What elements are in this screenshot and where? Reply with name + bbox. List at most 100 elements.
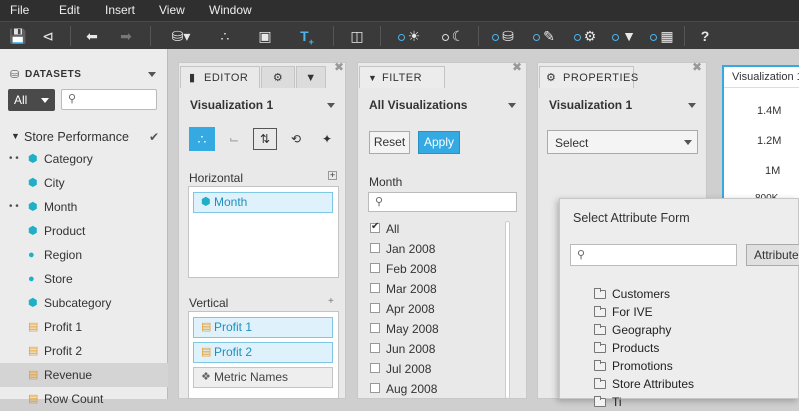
present-icon[interactable]: ◫	[346, 26, 368, 46]
reset-button[interactable]: Reset	[369, 131, 410, 154]
filter-toggle-icon[interactable]: ▼	[607, 26, 641, 46]
filter-option-label[interactable]: Aug 2008	[386, 382, 437, 396]
close-icon[interactable]: ✖	[692, 60, 702, 74]
properties-toggle-icon[interactable]: ⚙	[568, 26, 602, 46]
filter-checkbox[interactable]	[370, 243, 380, 253]
folder-item[interactable]: Promotions	[612, 359, 673, 373]
undo-icon[interactable]: ⬅	[81, 26, 103, 46]
rotate-icon[interactable]: ⟲	[284, 127, 308, 151]
filter-option-label[interactable]: Jun 2008	[386, 342, 435, 356]
dataset-item[interactable]: ⬢ Subcategory	[0, 291, 168, 315]
toolbar: 💾 ⊲ ⬅ ➡ ⛁▾ ∴ ▣ T+ ◫ ☀ ☾ ⛁ ✎ ⚙ ▼ ▦ ?	[0, 21, 799, 49]
datasets-toggle-icon[interactable]: ⛁	[486, 26, 520, 46]
folder-item[interactable]: Geography	[612, 323, 671, 337]
editor-viz-dropdown[interactable]: Visualization 1	[190, 94, 336, 116]
folder-icon	[594, 324, 606, 335]
help-icon[interactable]: ?	[694, 26, 716, 46]
dataset-item[interactable]: • • ⬢ Month	[0, 195, 168, 219]
add-visualization-icon[interactable]: ∴	[214, 26, 236, 46]
filter-option-label[interactable]: Apr 2008	[386, 302, 435, 316]
filter-checkbox[interactable]	[370, 383, 380, 393]
attribute-icon: ⬢	[28, 153, 38, 165]
filter-scrollbar[interactable]	[505, 221, 510, 399]
tab-format[interactable]: ⚙	[261, 66, 295, 88]
layout-toggle-icon[interactable]: ▦	[645, 26, 679, 46]
filter-search-input[interactable]: ⚲	[368, 192, 517, 212]
dataset-item[interactable]: ● Region	[0, 243, 168, 267]
viz-title: Visualization 1	[732, 71, 799, 83]
dataset-item[interactable]: ▤ Profit 2	[0, 339, 168, 363]
dataset-item[interactable]: • • ⬢ Category	[0, 147, 168, 171]
filter-checkbox[interactable]: ✔	[370, 221, 380, 233]
folder-item[interactable]: Ti	[612, 395, 622, 409]
swap-axis-icon[interactable]: ⇅	[253, 128, 277, 150]
folder-item[interactable]: Products	[612, 341, 659, 355]
filter-option-label[interactable]: Jul 2008	[386, 362, 431, 376]
filter-checkbox[interactable]	[370, 303, 380, 313]
menu-edit[interactable]: Edit	[59, 3, 80, 17]
vis-gallery-icon[interactable]: ∴	[189, 127, 215, 151]
editor-toggle-icon[interactable]: ✎	[527, 26, 561, 46]
add-text-icon[interactable]: T+	[296, 26, 318, 47]
save-icon[interactable]: 💾	[7, 26, 29, 46]
close-icon[interactable]: ✖	[512, 60, 522, 74]
horizontal-chip-month[interactable]: ⬢ Month	[193, 192, 333, 213]
vertical-chip-profit-1[interactable]: ▤ Profit 1	[193, 317, 333, 338]
axis-icon[interactable]: ⌙	[222, 127, 246, 151]
menu-view[interactable]: View	[159, 3, 185, 17]
tab-filter-editor[interactable]: ▼	[296, 66, 326, 88]
add-vertical-icon[interactable]: +	[328, 296, 334, 307]
tab-properties[interactable]: ⚙ PROPERTIES	[539, 66, 638, 88]
properties-viz-dropdown[interactable]: Visualization 1	[549, 94, 697, 116]
close-icon[interactable]: ✖	[334, 60, 344, 74]
vertical-chip-profit-2[interactable]: ▤ Profit 2	[193, 342, 333, 363]
vertical-chip-metric-names[interactable]: ❖ Metric Names	[193, 367, 333, 388]
magic-wand-icon[interactable]: ✦	[315, 127, 339, 151]
filter-option-label[interactable]: May 2008	[386, 322, 439, 336]
dataset-item-label: Month	[44, 200, 78, 214]
add-image-icon[interactable]: ▣	[254, 26, 276, 46]
filter-checkbox[interactable]	[370, 283, 380, 293]
datasets-menu-icon[interactable]	[148, 72, 156, 77]
dataset-name[interactable]: Store Performance	[24, 130, 129, 144]
collapse-triangle-icon[interactable]: ▼	[11, 131, 20, 141]
folder-item[interactable]: Customers	[612, 287, 670, 301]
attributes-button[interactable]: Attributes	[746, 244, 799, 266]
filter-option-label[interactable]: Mar 2008	[386, 282, 437, 296]
menu-file[interactable]: File	[10, 3, 29, 17]
apply-button[interactable]: Apply	[418, 131, 460, 154]
dataset-item[interactable]: ▤ Profit 1	[0, 315, 168, 339]
dialog-search-input[interactable]: ⚲	[570, 244, 737, 266]
dataset-search-input[interactable]: ⚲	[61, 89, 157, 110]
dataset-item[interactable]: ⬢ Product	[0, 219, 168, 243]
tab-filter[interactable]: ▼ FILTER	[359, 66, 445, 88]
database-icon: ⛁	[10, 69, 20, 81]
folder-icon	[594, 360, 606, 371]
filter-checkbox[interactable]	[370, 343, 380, 353]
chevron-down-icon	[684, 140, 692, 145]
dataset-item[interactable]: ▤ Revenue	[0, 363, 168, 387]
filter-option-label[interactable]: Jan 2008	[386, 242, 435, 256]
light-theme-icon[interactable]: ☀	[392, 26, 426, 46]
filter-checkbox[interactable]	[370, 263, 380, 273]
filter-checkbox[interactable]	[370, 363, 380, 373]
dataset-item[interactable]: ⬢ City	[0, 171, 168, 195]
properties-select-dropdown[interactable]: Select	[547, 130, 698, 154]
add-dataset-icon[interactable]: ⛁▾	[166, 26, 196, 46]
filter-option-label[interactable]: Feb 2008	[386, 262, 437, 276]
menu-window[interactable]: Window	[209, 3, 252, 17]
filter-option-label[interactable]: All	[386, 222, 399, 236]
dataset-filter-dropdown[interactable]: All	[8, 89, 55, 111]
folder-item[interactable]: Store Attributes	[612, 377, 694, 391]
folder-item[interactable]: For IVE	[612, 305, 653, 319]
dark-theme-icon[interactable]: ☾	[436, 26, 470, 46]
filter-checkbox[interactable]	[370, 323, 380, 333]
filter-scope-dropdown[interactable]: All Visualizations	[369, 94, 517, 116]
menu-insert[interactable]: Insert	[105, 3, 135, 17]
share-icon[interactable]: ⊲	[37, 26, 59, 46]
dataset-item[interactable]: ▤ Row Count	[0, 387, 168, 411]
tab-editor[interactable]: ▮ EDITOR	[180, 66, 260, 88]
dataset-item[interactable]: ● Store	[0, 267, 168, 291]
add-horizontal-icon[interactable]: +	[328, 171, 337, 180]
redo-icon[interactable]: ➡	[115, 26, 137, 46]
